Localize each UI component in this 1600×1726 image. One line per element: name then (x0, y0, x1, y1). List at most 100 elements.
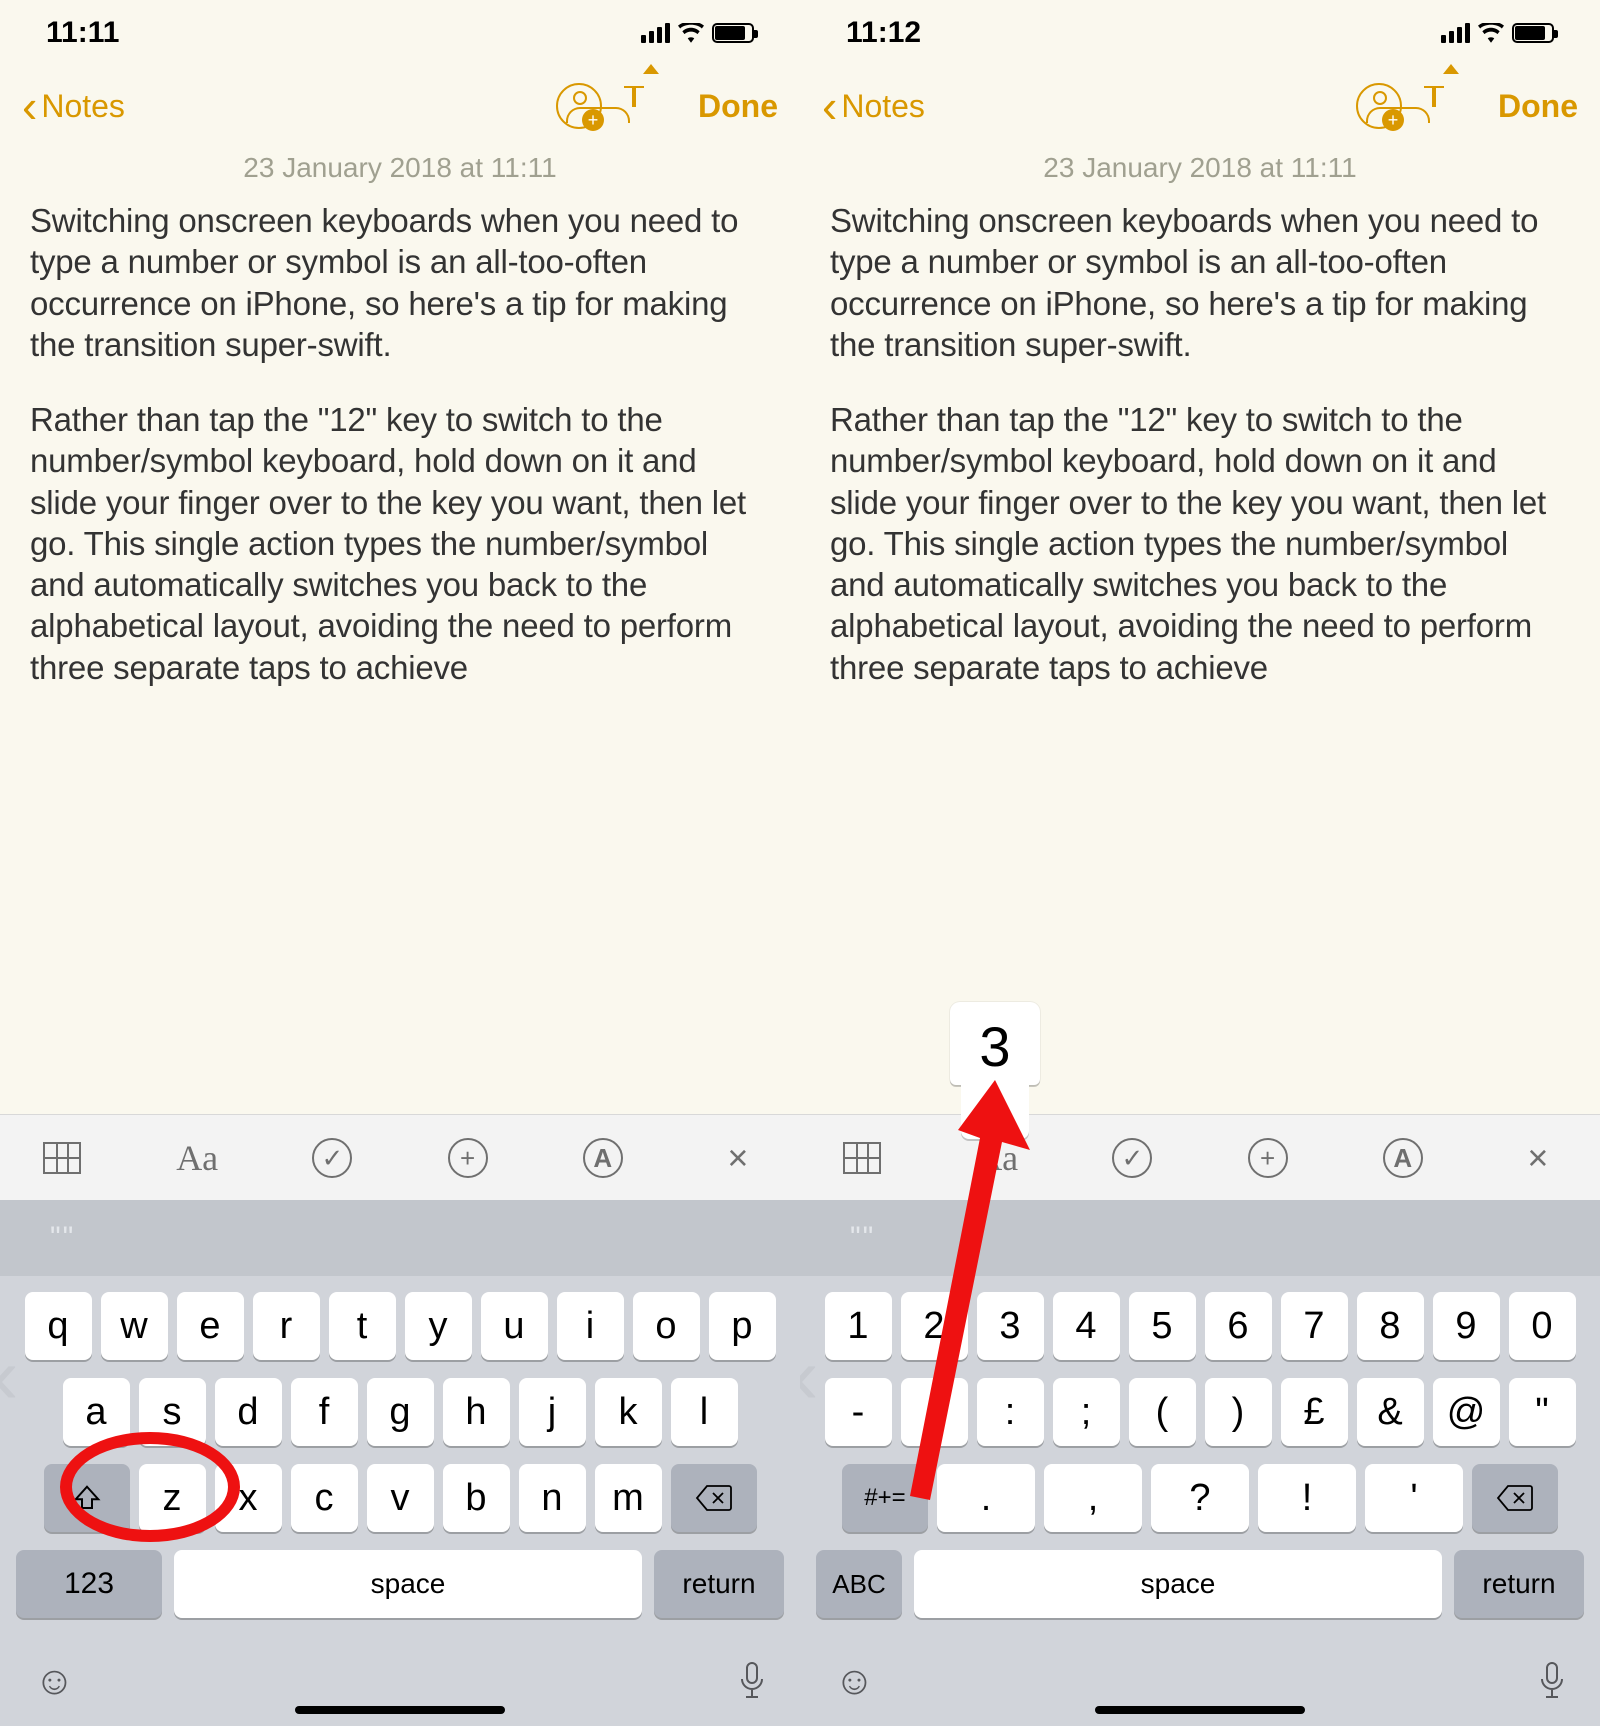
key-y[interactable]: y (405, 1292, 472, 1360)
key-0[interactable]: 0 (1509, 1292, 1576, 1360)
key-sym[interactable]: / (901, 1378, 968, 1446)
symbol-switch-key[interactable]: #+= (842, 1464, 928, 1532)
key-sym[interactable]: ( (1129, 1378, 1196, 1446)
share-button[interactable] (1432, 88, 1468, 124)
suggestion-bar[interactable]: "" (800, 1200, 1600, 1276)
key-4[interactable]: 4 (1053, 1292, 1120, 1360)
return-key[interactable]: return (654, 1550, 784, 1618)
key-d[interactable]: d (215, 1378, 282, 1446)
key-j[interactable]: j (519, 1378, 586, 1446)
key-sym[interactable]: ! (1258, 1464, 1356, 1532)
key-sym[interactable]: @ (1433, 1378, 1500, 1446)
key-sym[interactable]: & (1357, 1378, 1424, 1446)
format-bar: Aa ✓ + A × (800, 1114, 1600, 1200)
key-s[interactable]: s (139, 1378, 206, 1446)
emoji-button[interactable]: ☺ (34, 1659, 75, 1704)
key-e[interactable]: e (177, 1292, 244, 1360)
text-style-button[interactable]: Aa (971, 1132, 1023, 1184)
done-button[interactable]: Done (698, 88, 778, 125)
return-key[interactable]: return (1454, 1550, 1584, 1618)
markup-button[interactable]: A (1377, 1132, 1429, 1184)
key-b[interactable]: b (443, 1464, 510, 1532)
key-v[interactable]: v (367, 1464, 434, 1532)
key-sym[interactable]: , (1044, 1464, 1142, 1532)
done-button[interactable]: Done (1498, 88, 1578, 125)
key-w[interactable]: w (101, 1292, 168, 1360)
add-attachment-button[interactable]: + (442, 1132, 494, 1184)
key-sym[interactable]: ? (1151, 1464, 1249, 1532)
key-sym[interactable]: ' (1365, 1464, 1463, 1532)
swipe-handle[interactable]: ‹ (800, 1330, 819, 1422)
home-indicator[interactable] (295, 1706, 505, 1714)
key-m[interactable]: m (595, 1464, 662, 1532)
close-format-button[interactable]: × (1512, 1132, 1564, 1184)
key-7[interactable]: 7 (1281, 1292, 1348, 1360)
suggestion-bar[interactable]: "" (0, 1200, 800, 1276)
key-a[interactable]: a (63, 1378, 130, 1446)
key-sym[interactable]: ) (1205, 1378, 1272, 1446)
checklist-button[interactable]: ✓ (1106, 1132, 1158, 1184)
note-paragraph: Rather than tap the "12" key to switch t… (830, 399, 1570, 688)
swipe-handle[interactable]: ‹ (0, 1330, 19, 1422)
key-f[interactable]: f (291, 1378, 358, 1446)
space-key[interactable]: space (914, 1550, 1442, 1618)
key-2[interactable]: 2 (901, 1292, 968, 1360)
back-button[interactable]: ‹ Notes (822, 83, 925, 129)
key-t[interactable]: t (329, 1292, 396, 1360)
key-sym[interactable]: ; (1053, 1378, 1120, 1446)
status-bar: 11:12 (800, 0, 1600, 66)
key-q[interactable]: q (25, 1292, 92, 1360)
backspace-key[interactable] (1472, 1464, 1558, 1532)
keyboard: qwertyuiop asdfghjkl zxcvbnm 123 space r… (0, 1276, 800, 1636)
key-3[interactable]: 3 (977, 1292, 1044, 1360)
table-button[interactable] (36, 1132, 88, 1184)
number-switch-key[interactable]: 123 (16, 1550, 162, 1618)
space-key[interactable]: space (174, 1550, 642, 1618)
key-z[interactable]: z (139, 1464, 206, 1532)
markup-button[interactable]: A (577, 1132, 629, 1184)
key-c[interactable]: c (291, 1464, 358, 1532)
key-g[interactable]: g (367, 1378, 434, 1446)
key-p[interactable]: p (709, 1292, 776, 1360)
back-button[interactable]: ‹ Notes (22, 83, 125, 129)
close-format-button[interactable]: × (712, 1132, 764, 1184)
emoji-button[interactable]: ☺ (834, 1659, 875, 1704)
key-sym[interactable]: : (977, 1378, 1044, 1446)
key-5[interactable]: 5 (1129, 1292, 1196, 1360)
dictation-button[interactable] (738, 1661, 766, 1701)
text-style-button[interactable]: Aa (171, 1132, 223, 1184)
abc-switch-key[interactable]: ABC (816, 1550, 902, 1618)
key-o[interactable]: o (633, 1292, 700, 1360)
chevron-left-icon: ‹ (22, 83, 37, 129)
add-people-button[interactable]: + (1356, 83, 1402, 129)
key-n[interactable]: n (519, 1464, 586, 1532)
key-h[interactable]: h (443, 1378, 510, 1446)
add-people-button[interactable]: + (556, 83, 602, 129)
table-button[interactable] (836, 1132, 888, 1184)
key-sym[interactable]: - (825, 1378, 892, 1446)
share-button[interactable] (632, 88, 668, 124)
key-l[interactable]: l (671, 1378, 738, 1446)
key-sym[interactable]: £ (1281, 1378, 1348, 1446)
backspace-key[interactable] (671, 1464, 757, 1532)
shift-key[interactable] (44, 1464, 130, 1532)
note-body[interactable]: Switching onscreen keyboards when you ne… (0, 194, 800, 1114)
wifi-icon (1478, 23, 1504, 43)
key-6[interactable]: 6 (1205, 1292, 1272, 1360)
note-body[interactable]: Switching onscreen keyboards when you ne… (800, 194, 1600, 1114)
battery-icon (1512, 23, 1554, 43)
key-sym[interactable]: . (937, 1464, 1035, 1532)
key-sym[interactable]: " (1509, 1378, 1576, 1446)
key-x[interactable]: x (215, 1464, 282, 1532)
key-r[interactable]: r (253, 1292, 320, 1360)
key-8[interactable]: 8 (1357, 1292, 1424, 1360)
key-u[interactable]: u (481, 1292, 548, 1360)
dictation-button[interactable] (1538, 1661, 1566, 1701)
checklist-button[interactable]: ✓ (306, 1132, 358, 1184)
key-9[interactable]: 9 (1433, 1292, 1500, 1360)
key-1[interactable]: 1 (825, 1292, 892, 1360)
add-attachment-button[interactable]: + (1242, 1132, 1294, 1184)
home-indicator[interactable] (1095, 1706, 1305, 1714)
key-i[interactable]: i (557, 1292, 624, 1360)
key-k[interactable]: k (595, 1378, 662, 1446)
